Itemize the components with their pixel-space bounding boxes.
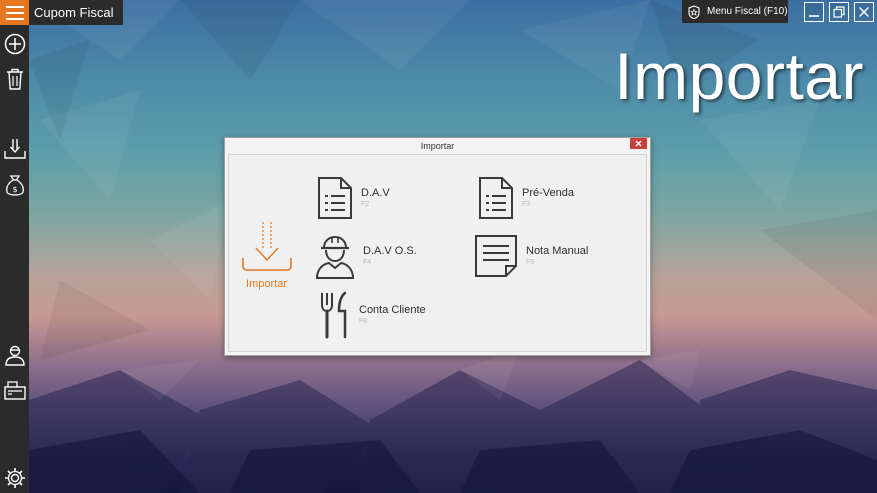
sidebar-import-button[interactable] [2, 136, 27, 161]
sidebar-user-button[interactable] [2, 342, 27, 367]
option-label: D.A.V [361, 186, 390, 199]
close-icon [635, 140, 642, 147]
app-title: Cupom Fiscal [29, 0, 123, 25]
star-badge-icon [688, 4, 700, 19]
option-shortcut: F4 [363, 258, 372, 266]
sidebar: $ [0, 0, 29, 493]
hamburger-icon [5, 5, 24, 20]
minimize-button[interactable] [804, 2, 824, 22]
restore-button[interactable] [829, 2, 849, 22]
money-bag-icon: $ [5, 174, 24, 196]
option-dav-os[interactable]: D.A.V O.S. F4 [315, 233, 417, 279]
dialog-body: Importar D.A.V F2 Pré-Venda F3 D.A.V O.S… [228, 154, 647, 352]
import-dialog: Importar Importar D.A.V F2 Pré-Venda F3 … [224, 137, 651, 356]
gear-icon [4, 467, 25, 488]
sidebar-delete-button[interactable] [2, 66, 27, 91]
menu-fiscal-label: Menu Fiscal (F10) [707, 6, 788, 17]
cash-register-icon [3, 380, 26, 400]
sidebar-settings-button[interactable] [2, 465, 27, 490]
menu-fiscal-button[interactable]: Menu Fiscal (F10) [682, 0, 788, 23]
download-icon [3, 138, 26, 159]
add-icon [4, 33, 25, 54]
option-pre-venda[interactable]: Pré-Venda F3 [478, 176, 574, 220]
minimize-icon [809, 15, 819, 17]
hamburger-menu-button[interactable] [0, 0, 29, 25]
page-heading: Importar [614, 39, 864, 113]
dialog-close-button[interactable] [630, 138, 647, 149]
sidebar-add-button[interactable] [2, 31, 27, 56]
option-label: Nota Manual [526, 244, 589, 257]
sidebar-money-button[interactable]: $ [2, 173, 27, 198]
option-label: Pré-Venda [522, 186, 574, 199]
sidebar-register-button[interactable] [2, 377, 27, 402]
option-label: D.A.V O.S. [363, 244, 417, 257]
option-shortcut: F8 [359, 317, 368, 325]
user-icon [4, 345, 25, 366]
import-indicator: Importar [239, 220, 294, 290]
option-shortcut: F6 [526, 258, 535, 266]
svg-text:$: $ [12, 185, 17, 194]
option-conta-cliente[interactable]: Conta Cliente F8 [319, 291, 426, 339]
import-download-icon [241, 222, 292, 271]
option-shortcut: F3 [522, 200, 531, 208]
option-nota-manual[interactable]: Nota Manual F6 [474, 234, 588, 278]
option-label: Conta Cliente [359, 303, 426, 316]
note-icon [475, 235, 517, 277]
document-list-icon [479, 177, 513, 219]
cutlery-icon [321, 291, 347, 339]
import-label: Importar [246, 278, 287, 290]
close-window-button[interactable] [854, 2, 874, 22]
worker-icon [315, 235, 355, 279]
dialog-title: Importar [420, 141, 455, 151]
restore-icon [833, 6, 845, 18]
close-icon [858, 6, 870, 18]
document-list-icon [318, 177, 352, 219]
option-shortcut: F2 [361, 200, 370, 208]
trash-icon [6, 68, 23, 90]
option-dav[interactable]: D.A.V F2 [317, 176, 390, 220]
